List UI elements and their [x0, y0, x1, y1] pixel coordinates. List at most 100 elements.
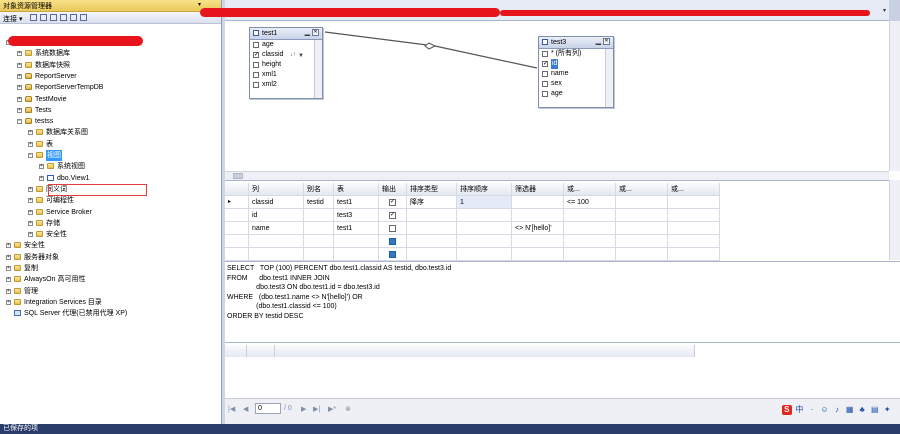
- expand-icon[interactable]: +: [28, 232, 33, 238]
- table-column-row[interactable]: name: [539, 69, 613, 79]
- expand-icon[interactable]: +: [17, 107, 22, 113]
- criteria-cell-or2[interactable]: [616, 209, 668, 222]
- criteria-cell-sort-type[interactable]: [407, 209, 457, 222]
- table-box-test3[interactable]: test3 ▁ ✕ * (所有列) ✓ id name sex age: [538, 36, 614, 108]
- output-checkbox[interactable]: ✓: [389, 198, 396, 206]
- table-column-row[interactable]: ✓ id: [539, 59, 613, 69]
- output-checkbox[interactable]: [389, 237, 396, 245]
- criteria-cell-or1[interactable]: [564, 209, 616, 222]
- criteria-row[interactable]: [225, 248, 720, 261]
- table-header[interactable]: test1 ▁ ✕: [250, 28, 322, 40]
- criteria-cell-sort-type[interactable]: 降序: [407, 196, 457, 209]
- criteria-cell-column[interactable]: id: [249, 209, 304, 222]
- next-record-button[interactable]: ▶: [301, 405, 306, 413]
- ime-icon[interactable]: ·: [807, 405, 817, 415]
- criteria-cell-or3[interactable]: [668, 209, 720, 222]
- criteria-cell-column[interactable]: name: [249, 222, 304, 235]
- output-checkbox[interactable]: ✓: [389, 211, 396, 219]
- criteria-cell-sort-order[interactable]: 1: [457, 196, 512, 209]
- criteria-cell-or2[interactable]: [616, 248, 668, 261]
- minimize-icon[interactable]: ▁: [596, 37, 601, 45]
- column-checkbox[interactable]: ✓: [542, 61, 548, 67]
- criteria-cell-sort-type[interactable]: [407, 235, 457, 248]
- sql-pane[interactable]: SELECT TOP (100) PERCENT dbo.test1.class…: [225, 261, 900, 342]
- scroll-thumb[interactable]: [233, 173, 243, 179]
- criteria-cell-or3[interactable]: [668, 235, 720, 248]
- activity-monitor-icon[interactable]: [80, 14, 87, 21]
- criteria-cell-or2[interactable]: [616, 196, 668, 209]
- expand-icon[interactable]: +: [28, 209, 33, 215]
- criteria-cell-or2[interactable]: [616, 222, 668, 235]
- criteria-cell-or3[interactable]: [668, 196, 720, 209]
- refresh-icon[interactable]: [70, 14, 77, 21]
- criteria-cell-column[interactable]: [249, 235, 304, 248]
- criteria-cell-output[interactable]: ✓: [379, 209, 407, 222]
- column-checkbox[interactable]: [253, 62, 259, 68]
- tab-list-dropdown-icon[interactable]: ▾: [883, 7, 886, 14]
- table-scrollbar[interactable]: [314, 40, 322, 98]
- criteria-cell-or1[interactable]: <= 100: [564, 196, 616, 209]
- criteria-cell-output[interactable]: ✓: [379, 196, 407, 209]
- ime-icon[interactable]: ♣: [857, 405, 867, 415]
- criteria-cell-filter[interactable]: [512, 209, 564, 222]
- expand-icon[interactable]: +: [6, 277, 11, 283]
- criteria-cell-filter[interactable]: [512, 196, 564, 209]
- criteria-vertical-scrollbar[interactable]: [889, 180, 900, 260]
- stop-icon[interactable]: [50, 14, 57, 21]
- criteria-cell-alias[interactable]: [304, 222, 334, 235]
- table-column-row[interactable]: sex: [539, 79, 613, 89]
- expand-icon[interactable]: +: [6, 299, 11, 305]
- stop-icon[interactable]: ⊗: [345, 405, 351, 413]
- criteria-cell-column[interactable]: [249, 248, 304, 261]
- expand-icon[interactable]: +: [6, 288, 11, 294]
- criteria-cell-sort-type[interactable]: [407, 248, 457, 261]
- expand-icon[interactable]: +: [6, 254, 11, 260]
- connect-button[interactable]: 连接 ▾: [3, 14, 22, 24]
- criteria-cell-or1[interactable]: [564, 235, 616, 248]
- criteria-row[interactable]: [225, 235, 720, 248]
- criteria-cell-output[interactable]: [379, 248, 407, 261]
- criteria-cell-alias[interactable]: testid: [304, 196, 334, 209]
- close-table-icon[interactable]: ✕: [603, 38, 610, 45]
- expand-icon[interactable]: +: [28, 186, 33, 192]
- ime-icon[interactable]: 中: [795, 405, 805, 415]
- criteria-cell-alias[interactable]: [304, 209, 334, 222]
- output-checkbox[interactable]: [389, 250, 396, 258]
- column-checkbox[interactable]: [542, 51, 548, 57]
- criteria-cell-sort-order[interactable]: [457, 209, 512, 222]
- expand-icon[interactable]: +: [6, 266, 11, 271]
- criteria-row[interactable]: name test1 <> N'[hello]': [225, 222, 720, 235]
- criteria-row[interactable]: ▸ classid testid test1 ✓ 降序 1 <= 100: [225, 196, 720, 209]
- table-column-row[interactable]: height: [250, 60, 322, 70]
- column-checkbox[interactable]: [542, 81, 548, 87]
- criteria-cell-table[interactable]: [334, 235, 379, 248]
- expand-icon[interactable]: +: [17, 73, 22, 79]
- diagram-horizontal-scrollbar[interactable]: [225, 171, 889, 180]
- criteria-cell-table[interactable]: test1: [334, 196, 379, 209]
- criteria-cell-filter[interactable]: [512, 235, 564, 248]
- column-checkbox[interactable]: [542, 91, 548, 97]
- expand-icon[interactable]: +: [28, 130, 33, 136]
- column-checkbox[interactable]: [253, 82, 259, 88]
- criteria-cell-column[interactable]: classid: [249, 196, 304, 209]
- collapse-icon[interactable]: −: [17, 119, 22, 125]
- criteria-cell-or1[interactable]: [564, 248, 616, 261]
- expand-icon[interactable]: +: [28, 141, 33, 147]
- output-checkbox[interactable]: [389, 224, 396, 232]
- table-header[interactable]: test3 ▁ ✕: [539, 37, 613, 49]
- column-checkbox[interactable]: [253, 72, 259, 78]
- diagram-pane[interactable]: test1 ▁ ✕ age ✓ classid ↓↑ ▼ height xml1 xml2 test…: [225, 21, 889, 171]
- criteria-cell-alias[interactable]: [304, 248, 334, 261]
- collapse-icon[interactable]: −: [28, 153, 33, 158]
- ime-icon[interactable]: S: [782, 405, 792, 415]
- criteria-cell-output[interactable]: [379, 222, 407, 235]
- close-table-icon[interactable]: ✕: [312, 29, 319, 36]
- column-checkbox[interactable]: ✓: [253, 52, 259, 58]
- expand-icon[interactable]: +: [39, 164, 44, 170]
- criteria-cell-sort-order[interactable]: [457, 248, 512, 261]
- last-record-button[interactable]: ▶|: [313, 405, 320, 413]
- ime-icon[interactable]: ▦: [845, 405, 855, 415]
- table-column-row[interactable]: * (所有列): [539, 49, 613, 59]
- minimize-icon[interactable]: ▁: [305, 28, 310, 36]
- criteria-cell-or2[interactable]: [616, 235, 668, 248]
